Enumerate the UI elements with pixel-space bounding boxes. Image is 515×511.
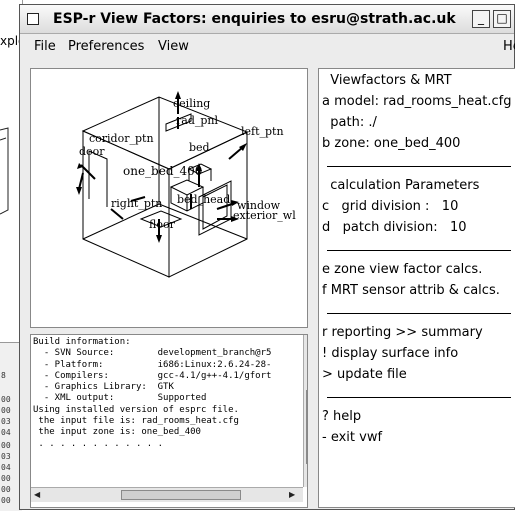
log-line: - XML output: Supported [33,393,207,404]
menu-separator [327,250,511,251]
label-door: door [79,145,105,158]
menu-bar: File Preferences View He [20,34,515,60]
log-line: - Platform: i686:Linux:2.6.24-28- [33,359,272,370]
scroll-right-icon[interactable]: ▶ [289,490,295,499]
menu-help[interactable]: He [503,39,515,54]
label-bed-head: bed_head [177,193,230,206]
menu-item-model[interactable]: a model: rad_rooms_heat.cfg [322,94,511,109]
bg-number: 03 [1,452,11,461]
label-exterior-wl: exterior_wl [233,209,296,222]
bg-number: 03 [1,417,11,426]
minimize-button[interactable]: _ [472,10,490,28]
menu-separator [327,313,511,314]
wireframe-model: ceiling rad_pnl coridor_ptn left_ptn doo… [76,91,296,278]
menu-item-mrt-sensor[interactable]: f MRT sensor attrib & calcs. [322,283,500,298]
log-line: Using installed version of esprc file. [33,404,239,415]
menu-preferences[interactable]: Preferences [68,39,144,54]
scroll-up-icon[interactable]: ▲ [307,337,308,346]
command-menu-pane: Viewfactors & MRT a model: rad_rooms_hea… [318,68,515,508]
bg-number: 00 [1,395,11,404]
log-line: the input zone is: one_bed_400 [33,427,201,438]
log-line: - Graphics Library: GTK [33,382,174,393]
label-zone-name: one_bed_400 [123,164,202,178]
log-horizontal-scrollbar[interactable]: ◀ ▶ [31,487,303,502]
log-line: Build information: [33,337,131,347]
scroll-left-icon[interactable]: ◀ [34,490,40,499]
bg-number: 00 [1,441,11,450]
scroll-down-icon[interactable]: ▼ [307,475,308,484]
title-bar[interactable]: ESP-r View Factors: enquiries to esru@st… [20,5,514,34]
menu-item-zone[interactable]: b zone: one_bed_400 [322,136,460,151]
label-rad-pnl: rad_pnl [176,114,218,127]
log-line: - Compilers: gcc-4.1/g++-4.1/gfort [33,370,272,381]
log-line: . . . . . . . . . . . . [33,438,164,449]
menu-separator [327,397,511,398]
bg-number: 8 [1,371,6,380]
bg-number: 00 [1,496,11,505]
menu-item-exit[interactable]: - exit vwf [322,430,382,445]
menu-file[interactable]: File [34,39,56,54]
label-floor: floor [149,218,176,231]
menu-item-update-file[interactable]: > update file [322,367,407,382]
bg-number: 00 [1,406,11,415]
menu-item-patch-division[interactable]: d patch division: 10 [322,220,467,235]
maximize-button[interactable]: □ [493,10,511,28]
menu-item-grid-division[interactable]: c grid division : 10 [322,199,458,214]
label-coridor-ptn: coridor_ptn [89,132,154,145]
model-view-canvas[interactable]: ceiling rad_pnl coridor_ptn left_ptn doo… [30,68,308,328]
view-factors-window: ESP-r View Factors: enquiries to esru@st… [19,4,515,510]
bg-number: 00 [1,474,11,483]
log-vertical-scrollbar[interactable]: ▲ ▼ [303,335,308,487]
bg-number: 00 [1,485,11,494]
menu-item-help[interactable]: ? help [322,409,361,424]
bg-number: 04 [1,463,11,472]
log-line: - SVN Source: development_branch@r5 [33,348,272,359]
menu-item-display-surface-info[interactable]: ! display surface info [322,346,458,361]
bg-number: 04 [1,428,11,437]
log-text: Build information: - SVN Source: develop… [33,337,271,450]
log-vertical-scroll-thumb[interactable] [306,390,307,464]
label-left-ptn: left_ptn [241,125,284,138]
label-bed: bed [189,141,210,154]
window-title: ESP-r View Factors: enquiries to esru@st… [53,11,456,27]
window-menu-icon[interactable] [27,13,39,25]
label-right-ptn: right_ptn [111,197,162,210]
menu-section-calculation: calculation Parameters [322,178,480,193]
menu-item-path: path: ./ [322,115,377,130]
menu-item-reporting[interactable]: r reporting >> summary [322,325,483,340]
log-text-pane[interactable]: Build information: - SVN Source: develop… [30,334,308,508]
label-ceiling: ceiling [173,97,210,110]
menu-item-zone-view-factor[interactable]: e zone view factor calcs. [322,262,482,277]
menu-separator [327,166,511,167]
menu-heading: Viewfactors & MRT [322,73,452,88]
log-line: the input file is: rad_rooms_heat.cfg [33,416,239,427]
log-horizontal-scroll-thumb[interactable] [121,490,241,500]
menu-view[interactable]: View [158,39,189,54]
